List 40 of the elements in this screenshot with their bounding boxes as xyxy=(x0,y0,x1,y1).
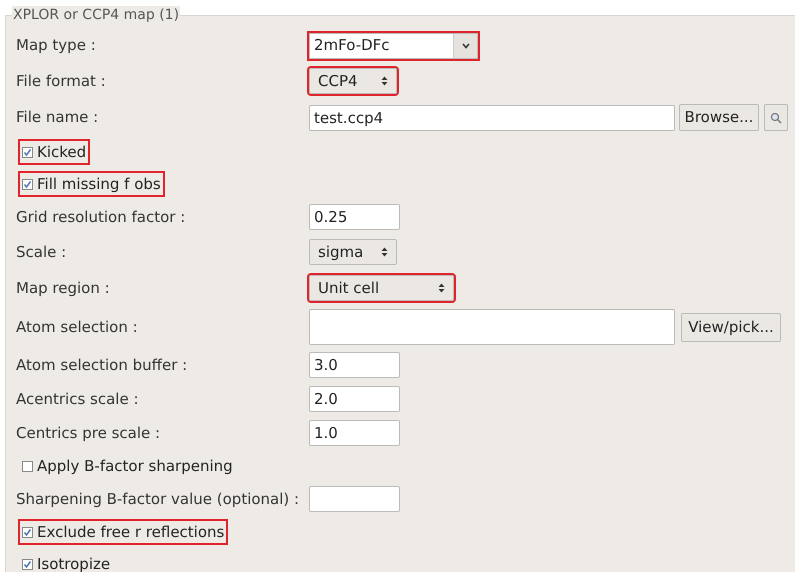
search-button[interactable] xyxy=(764,104,788,131)
field-label: Centrics pre scale : xyxy=(15,422,162,444)
text-field[interactable]: 0.25 xyxy=(309,204,400,230)
dropdown-field[interactable]: 2mFo-DFc xyxy=(309,32,478,58)
text-field[interactable] xyxy=(309,486,400,512)
text-field[interactable]: 2.0 xyxy=(309,386,400,412)
select-dropdown[interactable]: sigma xyxy=(309,239,397,265)
atom-selection-field[interactable] xyxy=(309,309,675,345)
checkbox[interactable]: Apply B-factor sharpening xyxy=(20,454,235,478)
checkmark-icon xyxy=(23,560,32,568)
checkbox[interactable]: Isotropize xyxy=(20,552,112,572)
field-label: Scale : xyxy=(15,242,68,263)
checkbox[interactable]: Fill missing f obs xyxy=(20,172,163,196)
text-field[interactable]: 1.0 xyxy=(309,420,400,446)
group-title: XPLOR or CCP4 map (1) xyxy=(12,6,180,24)
file-name-field[interactable]: test.ccp4 xyxy=(309,104,675,130)
field-label: Atom selection buffer : xyxy=(15,354,188,376)
checkbox[interactable]: Kicked xyxy=(20,140,88,164)
select-dropdown[interactable]: Unit cell xyxy=(309,275,454,301)
select-dropdown[interactable]: CCP4 xyxy=(309,68,397,94)
field-label: Atom selection : xyxy=(15,316,139,338)
spin-arrows-icon xyxy=(381,247,388,257)
field-label: File format : xyxy=(15,70,107,92)
checkmark-icon xyxy=(23,180,32,188)
browse-button[interactable]: Browse... xyxy=(679,104,759,131)
search-icon xyxy=(770,112,782,124)
checkmark-icon xyxy=(23,148,32,156)
checkmark-icon xyxy=(23,528,32,536)
text-field[interactable]: 3.0 xyxy=(309,352,400,378)
field-label: File name : xyxy=(15,107,100,128)
field-label: Map region : xyxy=(15,278,111,299)
field-label: Sharpening B-factor value (optional) : xyxy=(15,488,300,510)
view-pick-button[interactable]: View/pick... xyxy=(681,312,781,342)
spin-arrows-icon xyxy=(438,283,445,293)
field-label: Acentrics scale : xyxy=(15,388,140,410)
chevron-down-icon xyxy=(462,42,470,48)
field-label: Grid resolution factor : xyxy=(15,206,186,228)
field-label: Map type : xyxy=(15,35,97,56)
checkbox[interactable]: Exclude free r reflections xyxy=(20,520,226,544)
spin-arrows-icon xyxy=(381,76,388,86)
